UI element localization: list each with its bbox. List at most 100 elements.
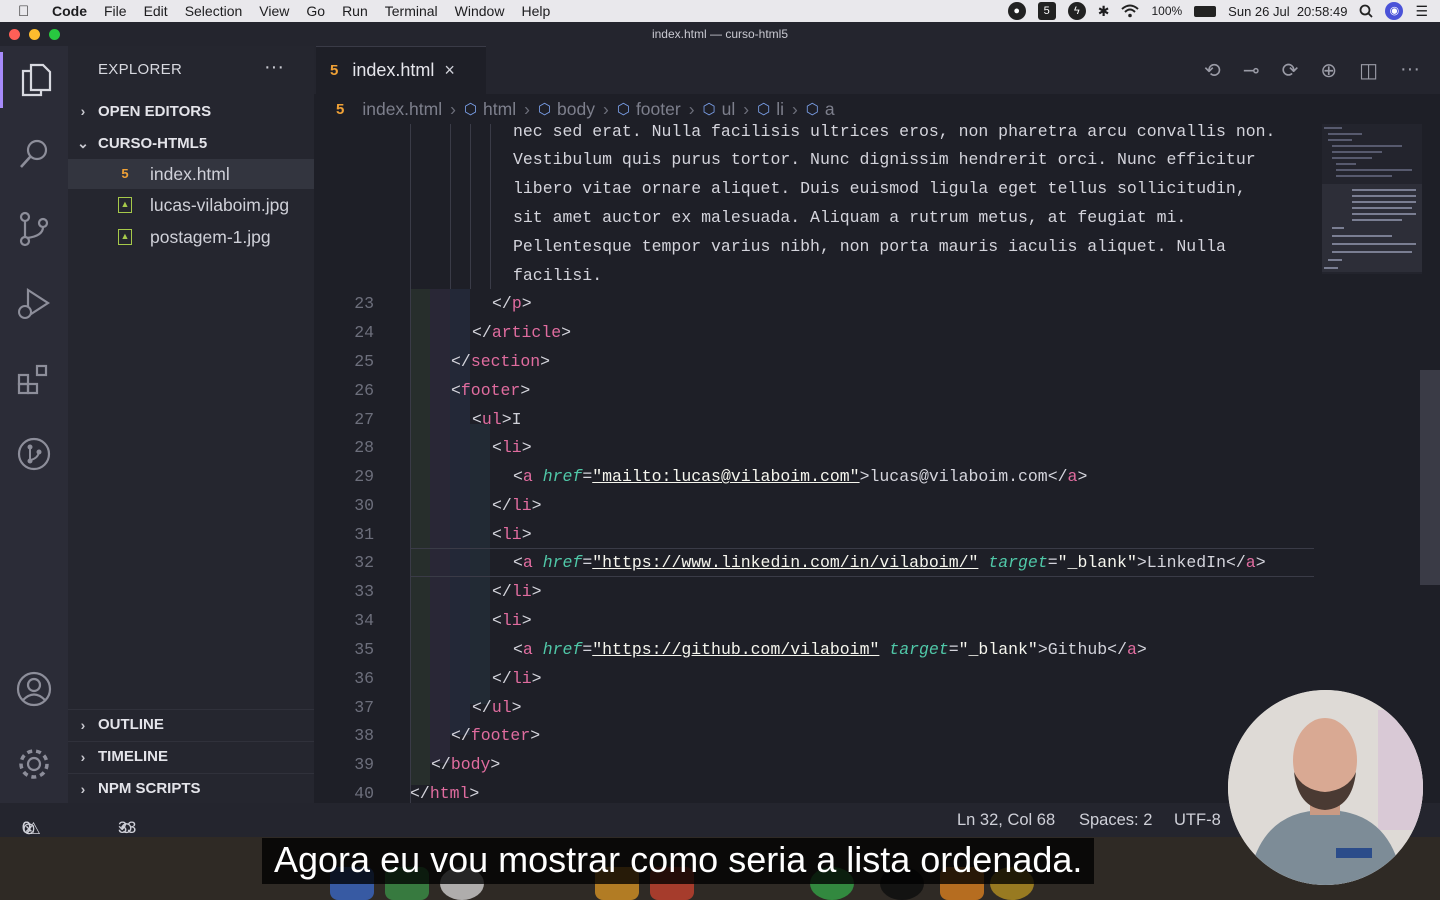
battery-icon[interactable] (1194, 5, 1217, 17)
code-line-33: 33 </li> (354, 582, 542, 601)
window-title-bar: index.html — curso-html5 (0, 22, 1440, 46)
run-debug-icon (18, 287, 51, 319)
tab-index-html[interactable]: 5 index.html × (316, 46, 486, 94)
explorer-activity-button[interactable] (0, 52, 68, 108)
menu-app-name[interactable]: Code (52, 3, 87, 19)
status-app-icon[interactable]: ● (1007, 2, 1026, 20)
menu-clock[interactable]: Sun 26 Jul 20:58:49 (1228, 4, 1347, 19)
window-title: index.html — curso-html5 (651, 27, 789, 41)
breadcrumb-separator-icon: › (524, 98, 530, 119)
breadcrumb-item[interactable]: ⬡ body (538, 99, 595, 120)
npm-scripts-section[interactable]: › NPM SCRIPTS (68, 773, 314, 803)
code-line-24: 24 </article> (354, 323, 572, 342)
breadcrumb-item[interactable]: ⬡ li (757, 99, 784, 120)
code-line-27: 27 <ul>I (354, 410, 522, 429)
git-graph-icon (17, 437, 51, 471)
code-line-30: 30 </li> (354, 496, 542, 515)
image-file-icon: ▲ (118, 197, 132, 213)
more-actions-icon[interactable]: ··· (1400, 58, 1420, 83)
file-item-index-html[interactable]: 5 index.html (68, 159, 314, 189)
folder-section[interactable]: ⌄ CURSO-HTML5 (68, 128, 314, 158)
run-debug-activity-button[interactable] (0, 276, 68, 332)
zoom-window-button[interactable] (49, 29, 60, 40)
apple-icon[interactable]:  (18, 3, 40, 20)
go-back-icon[interactable]: ⟲ (1204, 58, 1221, 83)
menu-go[interactable]: Go (306, 3, 325, 19)
account-icon (16, 671, 52, 707)
settings-gear-icon (19, 749, 49, 779)
indentation-setting[interactable]: Spaces: 2 (1079, 811, 1152, 830)
code-editor[interactable]: nec sed erat. Nulla facilisis ultrices e… (314, 124, 1314, 803)
control-center-icon[interactable]: ☰ (1415, 3, 1428, 20)
breadcrumb-separator-icon: › (688, 98, 695, 119)
code-line-37: 37 </ul> (354, 698, 522, 717)
menu-edit[interactable]: Edit (144, 3, 168, 19)
files-icon (21, 63, 51, 97)
menu-terminal[interactable]: Terminal (385, 3, 438, 19)
menu-file[interactable]: File (104, 3, 127, 19)
split-editor-icon[interactable]: ◫ (1359, 58, 1378, 83)
menu-run[interactable]: Run (342, 3, 368, 19)
breadcrumb-item[interactable]: ⬡ footer (617, 99, 681, 120)
menu-selection[interactable]: Selection (185, 3, 243, 19)
explorer-title: EXPLORER (98, 61, 183, 78)
chevron-right-icon: › (80, 103, 86, 119)
open-editors-section[interactable]: › OPEN EDITORS (68, 96, 314, 126)
siri-icon[interactable]: ◉ (1385, 2, 1404, 20)
file-item-lucas-vilaboim-jpg[interactable]: ▲ lucas-vilaboim.jpg (68, 190, 314, 220)
status-bluetooth-icon[interactable]: ✱ (1098, 3, 1110, 20)
spotlight-search-icon[interactable] (1359, 4, 1374, 18)
code-line: nec sed erat. Nulla facilisis ultrices e… (513, 124, 1276, 141)
encoding-setting[interactable]: UTF-8 (1174, 811, 1221, 830)
image-file-icon: ▲ (118, 229, 132, 245)
chevron-right-icon: › (80, 748, 86, 765)
git-lens-icon[interactable]: ⊕ (1320, 58, 1337, 83)
minimap[interactable] (1322, 124, 1422, 274)
git-graph-activity-button[interactable] (0, 426, 68, 482)
close-window-button[interactable] (9, 29, 20, 40)
vertical-scrollbar[interactable] (1420, 370, 1440, 585)
file-name: postagem-1.jpg (150, 226, 271, 247)
wifi-icon[interactable] (1121, 4, 1140, 18)
macos-menu-bar:  Code File Edit Selection View Go Run T… (0, 0, 1440, 22)
file-item-postagem-1-jpg[interactable]: ▲ postagem-1.jpg (68, 222, 314, 252)
presenter-webcam-overlay (1228, 690, 1423, 885)
manage-activity-button[interactable] (0, 736, 68, 792)
code-line-25: 25 </section> (354, 352, 551, 371)
timeline-commit-icon[interactable]: ⊸ (1243, 58, 1260, 83)
code-line-26: 26 <footer> (354, 381, 531, 400)
breadcrumb-item[interactable]: 5 index.html (336, 99, 442, 120)
breadcrumb: 5 index.html › ⬡ html › ⬡ body › ⬡ footer › … (314, 94, 1440, 124)
breadcrumb-separator-icon: › (791, 98, 798, 119)
close-tab-icon[interactable]: × (444, 60, 455, 81)
presenter-image (1228, 690, 1423, 885)
breadcrumb-item[interactable]: ⬡ html (464, 99, 516, 120)
menu-window[interactable]: Window (455, 3, 505, 19)
outline-section[interactable]: › OUTLINE (68, 709, 314, 739)
more-actions-icon[interactable]: ··· (264, 56, 284, 79)
breadcrumb-item[interactable]: ⬡ a (806, 99, 835, 120)
menu-help[interactable]: Help (521, 3, 550, 19)
source-control-icon (19, 211, 49, 247)
status-bolt-icon[interactable]: ϟ (1067, 2, 1086, 20)
menu-view[interactable]: View (259, 3, 289, 19)
accounts-activity-button[interactable] (0, 661, 68, 717)
go-forward-icon[interactable]: ⟳ (1282, 58, 1299, 83)
code-line-34: 34 <li> (354, 611, 532, 630)
chevron-right-icon: › (80, 780, 86, 797)
search-activity-button[interactable] (0, 126, 68, 182)
activity-bar (0, 46, 68, 803)
breadcrumb-item[interactable]: ⬡ ul (703, 99, 736, 120)
source-control-activity-button[interactable] (0, 201, 68, 257)
code-line-38: 38 </footer> (354, 726, 541, 745)
code-line-35: 35 <a href="https://github.com/vilaboim" … (354, 640, 1147, 659)
folder-label: CURSO-HTML5 (98, 134, 208, 152)
extensions-activity-button[interactable] (0, 351, 68, 407)
code-line: sit amet auctor ex malesuada. Aliquam a … (513, 208, 1187, 227)
minimize-window-button[interactable] (29, 29, 40, 40)
element-cube-icon: ⬡ (805, 101, 819, 118)
status-shield-icon[interactable]: 5 (1037, 2, 1056, 20)
search-icon (20, 139, 48, 168)
timeline-section[interactable]: › TIMELINE (68, 741, 314, 771)
cursor-position[interactable]: Ln 32, Col 68 (957, 811, 1055, 830)
